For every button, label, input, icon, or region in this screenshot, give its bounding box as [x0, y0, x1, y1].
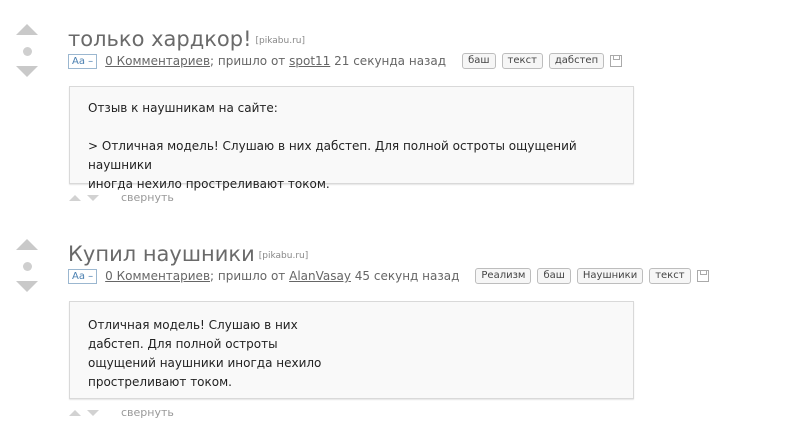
came-from-label: ; пришло от: [210, 269, 286, 283]
post-source[interactable]: [pikabu.ru]: [256, 36, 306, 46]
small-vote-up-icon[interactable]: [69, 409, 81, 416]
vote-neutral-icon[interactable]: [22, 47, 32, 56]
post-footer: свернуть: [69, 191, 174, 204]
vote-down-icon[interactable]: [16, 281, 38, 292]
author-link[interactable]: AlanVasay: [289, 269, 351, 283]
post-title-link[interactable]: только хардкор!: [68, 27, 252, 51]
post-source[interactable]: [pikabu.ru]: [259, 251, 309, 261]
body-text: Отзыв к наушникам на сайте:: [88, 101, 278, 115]
font-size-toggle[interactable]: Aa –: [68, 268, 98, 284]
comments-link[interactable]: 0 Комментариев: [105, 54, 210, 68]
tag[interactable]: текст: [501, 53, 543, 69]
save-icon[interactable]: [610, 55, 623, 67]
font-size-toggle[interactable]: Aa –: [68, 53, 98, 69]
body-text: > Отличная модель! Слушаю в них дабстеп.…: [88, 139, 577, 172]
post-title-link[interactable]: Купил наушники: [68, 242, 255, 266]
post-title: Купил наушники [pikabu.ru]: [68, 242, 308, 266]
body-text: простреливают током.: [88, 375, 232, 389]
tag[interactable]: Реализм: [475, 268, 532, 284]
post-footer: свернуть: [69, 406, 174, 419]
collapse-link[interactable]: свернуть: [121, 191, 174, 204]
post-title: только хардкор! [pikabu.ru]: [68, 27, 305, 51]
post-time: 45 секунд назад: [354, 269, 460, 283]
body-text: Отличная модель! Слушаю в них: [88, 318, 298, 332]
post-meta: Aa – 0 Комментариев ; пришло от AlanVasa…: [68, 268, 709, 284]
post-meta: Aa – 0 Комментариев ; пришло от spot11 2…: [68, 53, 623, 69]
body-text: ощущений наушники иногда нехило: [88, 356, 322, 370]
vote-up-icon[interactable]: [16, 24, 38, 35]
came-from-label: ; пришло от: [210, 54, 286, 68]
vote-neutral-icon[interactable]: [22, 262, 32, 271]
vote-panel: [14, 24, 40, 77]
small-vote-down-icon[interactable]: [87, 194, 99, 201]
small-vote-down-icon[interactable]: [87, 409, 99, 416]
tag[interactable]: баш: [537, 268, 571, 284]
small-vote-up-icon[interactable]: [69, 194, 81, 201]
post-body: Отзыв к наушникам на сайте: > Отличная м…: [69, 86, 634, 191]
tag[interactable]: текст: [649, 268, 691, 284]
tag[interactable]: дабстеп: [548, 53, 605, 69]
author-link[interactable]: spot11: [289, 54, 330, 68]
vote-up-icon[interactable]: [16, 239, 38, 250]
tag[interactable]: баш: [462, 53, 496, 69]
post-body: Отличная модель! Слушаю в них дабстеп. Д…: [69, 301, 634, 399]
post-time: 21 секунда назад: [334, 54, 447, 68]
comments-link[interactable]: 0 Комментариев: [105, 269, 210, 283]
vote-panel: [14, 239, 40, 292]
collapse-link[interactable]: свернуть: [121, 406, 174, 419]
save-icon[interactable]: [696, 270, 709, 282]
tag[interactable]: Наушники: [576, 268, 644, 284]
body-text: дабстеп. Для полной остроты: [88, 337, 278, 351]
vote-down-icon[interactable]: [16, 66, 38, 77]
